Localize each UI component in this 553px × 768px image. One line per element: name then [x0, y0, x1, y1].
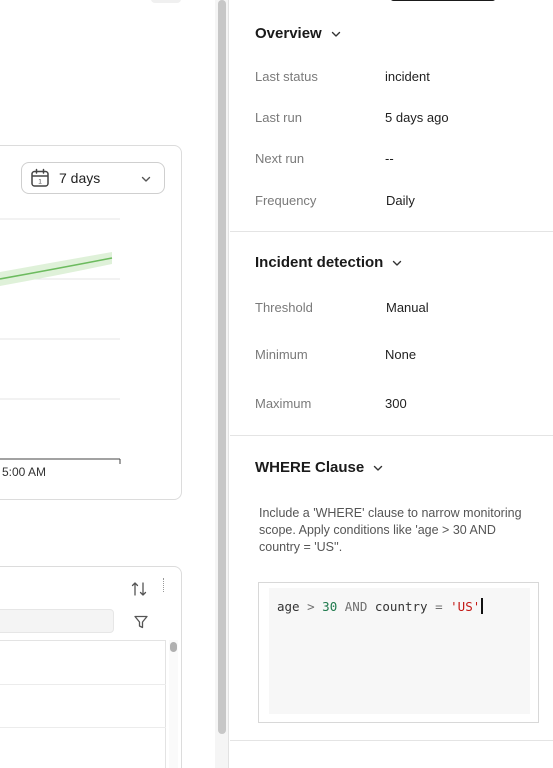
pane-scrollbar-thumb[interactable] — [218, 0, 226, 734]
series-line — [0, 257, 113, 280]
overview-section-toggle[interactable]: Overview — [255, 25, 342, 42]
maximum-label: Maximum — [255, 396, 312, 411]
last-run-label: Last run — [255, 110, 302, 125]
table-row[interactable] — [0, 727, 166, 728]
frequency-value: Daily — [386, 193, 415, 208]
section-divider — [230, 740, 553, 741]
x-axis-tick-label: 5:00 AM — [2, 465, 47, 479]
code-editor-area[interactable]: age > 30 AND country = 'US' — [269, 588, 530, 714]
section-divider — [230, 435, 553, 436]
table-body — [0, 640, 166, 768]
last-status-label: Last status — [255, 69, 318, 84]
pane-scrollbar[interactable] — [215, 0, 229, 768]
code-token-number: 30 — [322, 599, 338, 614]
last-run-value: 5 days ago — [385, 110, 449, 125]
top-button-stub[interactable] — [151, 0, 181, 3]
incident-detection-title: Incident detection — [255, 254, 384, 271]
chevron-down-icon — [393, 260, 402, 266]
code-token-string: 'US' — [450, 599, 481, 614]
where-clause-editor[interactable]: age > 30 AND country = 'US' — [258, 582, 539, 723]
code-line[interactable]: age > 30 AND country = 'US' — [277, 598, 484, 614]
date-range-label: 7 days — [59, 170, 101, 186]
frequency-label: Frequency — [255, 193, 317, 208]
chevron-down-icon — [331, 31, 340, 37]
minimum-label: Minimum — [255, 347, 308, 362]
column-divider — [163, 578, 165, 592]
threshold-value: Manual — [386, 300, 429, 315]
top-action-button[interactable] — [390, 0, 496, 1]
filter-icon[interactable] — [133, 614, 149, 630]
section-divider — [230, 231, 553, 232]
where-clause-description: Include a 'WHERE' clause to narrow monit… — [259, 506, 522, 554]
trend-chart — [0, 218, 121, 464]
code-token-keyword: AND — [344, 599, 368, 614]
next-run-value: -- — [385, 151, 394, 166]
next-run-label: Next run — [255, 151, 305, 166]
filter-input[interactable] — [0, 609, 114, 633]
threshold-label: Threshold — [255, 300, 313, 315]
chevron-down-icon — [374, 465, 383, 471]
maximum-value: 300 — [385, 396, 407, 411]
where-clause-title: WHERE Clause — [255, 459, 365, 476]
code-token-operator: > — [307, 599, 315, 614]
svg-text:1: 1 — [38, 179, 42, 186]
chevron-down-icon — [141, 176, 151, 182]
last-status-value: incident — [385, 69, 430, 84]
code-token-identifier: age — [277, 599, 300, 614]
incident-detection-section-toggle[interactable]: Incident detection — [255, 254, 403, 271]
details-panel: Overview Last status incident Last run 5… — [230, 0, 553, 768]
table-row[interactable] — [0, 684, 166, 685]
overview-title: Overview — [255, 25, 322, 42]
text-caret — [481, 598, 484, 614]
code-token-operator: = — [435, 599, 443, 614]
where-clause-section-toggle[interactable]: WHERE Clause — [255, 459, 384, 476]
calendar-icon: 1 — [31, 168, 49, 187]
table-scrollbar[interactable] — [169, 640, 178, 768]
minimum-value: None — [385, 347, 417, 362]
sort-icon[interactable] — [130, 580, 148, 598]
date-range-select[interactable]: 1 7 days — [21, 162, 165, 194]
left-pane: 1 7 days 5:00 AM — [0, 0, 215, 768]
code-token-identifier: country — [374, 599, 428, 614]
table-scrollbar-thumb[interactable] — [170, 642, 177, 652]
